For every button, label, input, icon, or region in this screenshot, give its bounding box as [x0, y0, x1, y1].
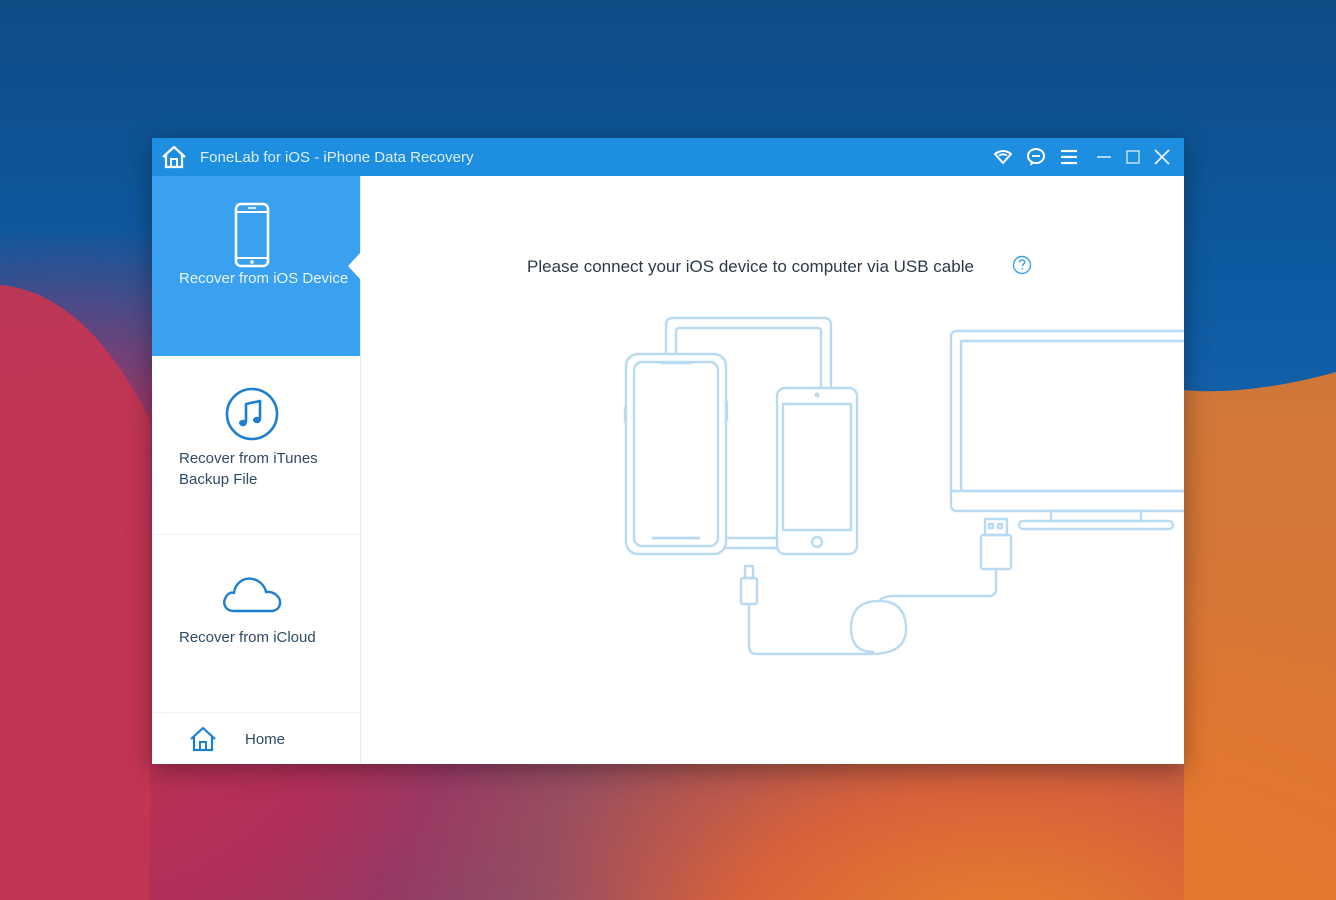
- sidebar-item-label: Recover from iTunes Backup File: [179, 450, 318, 488]
- monitor-illustration: [949, 329, 1184, 531]
- phone-x-illustration: [623, 352, 729, 556]
- minimize-icon[interactable]: [1093, 146, 1115, 168]
- cloud-icon: [223, 577, 282, 613]
- menu-icon[interactable]: [1058, 146, 1080, 168]
- active-pointer: [348, 252, 361, 280]
- sidebar-item-label: Recover from iOS Device: [179, 270, 349, 287]
- usb-plug-illustration: [979, 517, 1013, 571]
- divider: [152, 712, 360, 713]
- usb-cable-illustration: [747, 567, 998, 656]
- title-bar: FoneLab for iOS - iPhone Data Recovery: [152, 138, 1184, 176]
- app-window: FoneLab for iOS - iPhone Data Recovery R…: [152, 138, 1184, 764]
- home-button[interactable]: Home: [152, 714, 360, 764]
- home-icon: [190, 726, 216, 752]
- maximize-icon[interactable]: [1122, 146, 1144, 168]
- home-icon[interactable]: [160, 143, 188, 171]
- phone-8-illustration: [775, 386, 859, 556]
- window-title: FoneLab for iOS - iPhone Data Recovery: [200, 149, 474, 166]
- wifi-icon[interactable]: [992, 146, 1014, 168]
- sidebar: Recover from iOS Device Recover from iTu…: [152, 176, 361, 764]
- sidebar-item-label: Recover from iCloud: [179, 629, 316, 646]
- chat-icon[interactable]: [1025, 146, 1047, 168]
- main-panel: Please connect your iOS device to comput…: [361, 176, 1184, 764]
- sidebar-item-icloud[interactable]: Recover from iCloud: [152, 535, 360, 712]
- sidebar-item-ios-device[interactable]: Recover from iOS Device: [152, 176, 360, 356]
- sidebar-item-itunes-backup[interactable]: Recover from iTunes Backup File: [152, 356, 360, 534]
- home-label: Home: [245, 731, 286, 748]
- iphone-icon: [234, 202, 270, 268]
- close-icon[interactable]: [1151, 146, 1173, 168]
- device-connection-illustration: [623, 316, 1184, 656]
- music-note-icon: [225, 387, 279, 441]
- lightning-connector-illustration: [739, 564, 759, 606]
